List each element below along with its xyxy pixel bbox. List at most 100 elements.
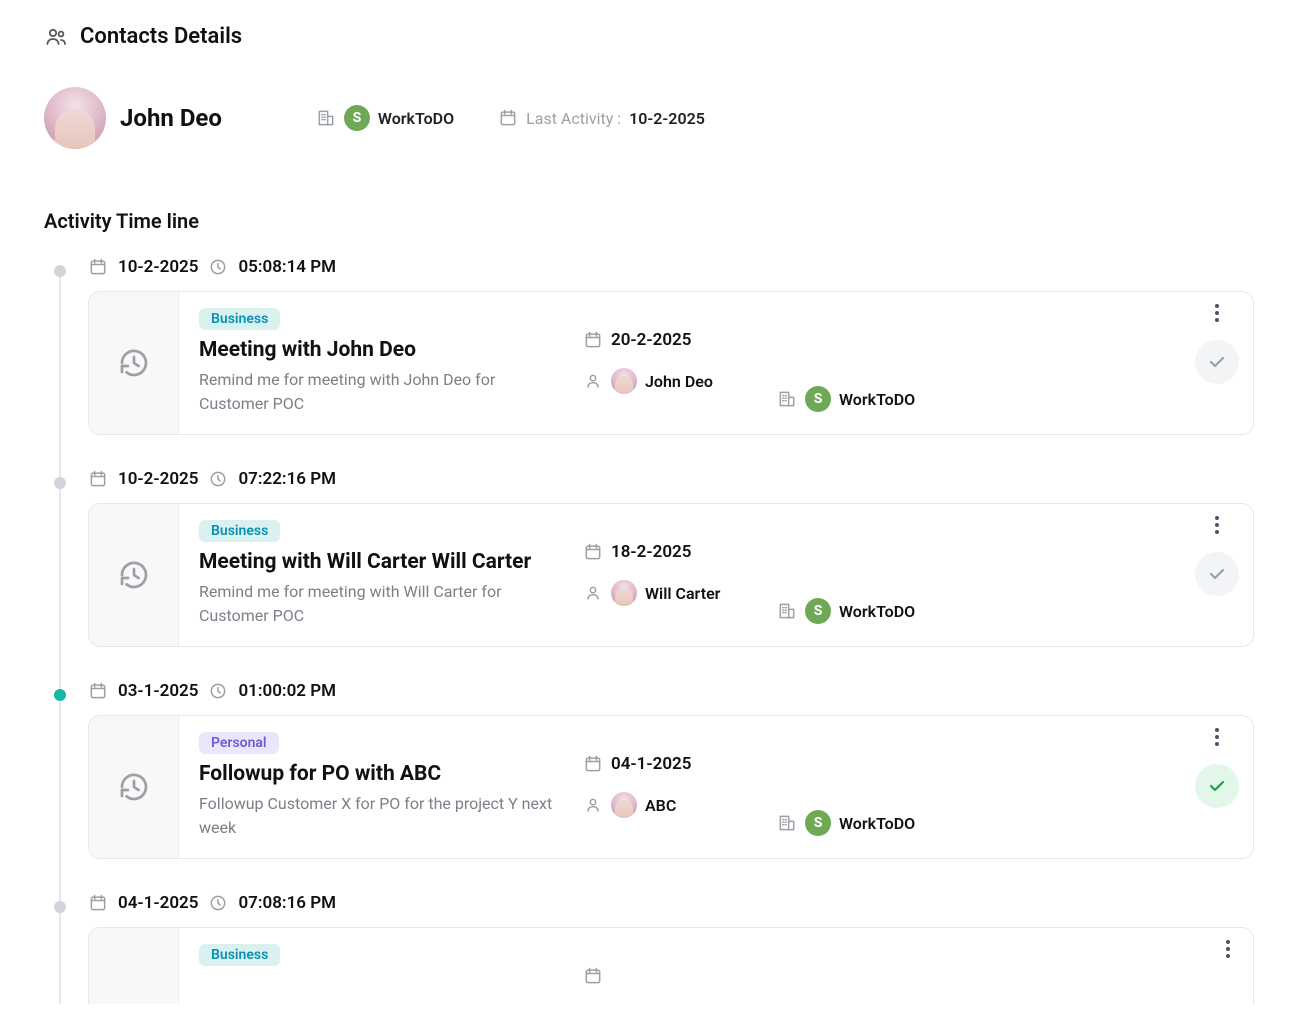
timeline-time: 01:00:02 PM (238, 681, 336, 701)
calendar-icon (583, 330, 603, 350)
contact-summary: John Deo S WorkToDO Last Activity : 10-2… (44, 87, 1254, 149)
timeline-dot (54, 689, 66, 701)
activity-card[interactable]: Business Meeting with Will Carter Will C… (88, 503, 1254, 647)
timeline-date: 04-1-2025 (118, 893, 198, 913)
activity-person: Will Carter (645, 584, 720, 603)
due-date-row: 04-1-2025 (583, 754, 753, 774)
history-icon (116, 345, 152, 381)
activity-due-date: 18-2-2025 (611, 542, 691, 562)
activity-tag: Business (199, 308, 280, 330)
building-icon (777, 813, 797, 833)
card-ws-col (777, 944, 947, 986)
clock-icon (208, 257, 228, 277)
calendar-icon (88, 681, 108, 701)
history-icon (116, 769, 152, 805)
page-title: Contacts Details (80, 24, 242, 49)
card-ws-col: S WorkToDO (777, 520, 947, 628)
workspace-row: S WorkToDO (777, 598, 947, 624)
card-icon-col (89, 292, 179, 434)
page-header: Contacts Details (44, 24, 1254, 49)
workspace-label: WorkToDO (378, 109, 454, 128)
card-body: Business Meeting with John Deo Remind me… (179, 292, 1253, 434)
calendar-icon (88, 469, 108, 489)
timeline-item: 03-1-2025 01:00:02 PM Personal Followup … (54, 681, 1254, 859)
history-icon (116, 557, 152, 593)
timeline-time: 07:22:16 PM (238, 469, 336, 489)
complete-toggle[interactable] (1195, 764, 1239, 808)
user-icon (583, 583, 603, 603)
activity-timeline: 10-2-2025 05:08:14 PM Business Meeting w… (54, 257, 1254, 1004)
building-icon (316, 108, 336, 128)
contact-name: John Deo (120, 104, 222, 132)
timeline-dot (54, 265, 66, 277)
clock-icon (208, 681, 228, 701)
user-icon (583, 795, 603, 815)
activity-tag: Personal (199, 732, 279, 754)
workspace-row: S WorkToDO (777, 386, 947, 412)
card-info-col (583, 944, 753, 986)
last-activity-label: Last Activity : (526, 109, 621, 128)
activity-title: Meeting with Will Carter Will Carter (199, 550, 559, 574)
card-body: Personal Followup for PO with ABC Follow… (179, 716, 1253, 858)
card-ws-col: S WorkToDO (777, 732, 947, 840)
timeline-meta: 04-1-2025 07:08:16 PM (88, 893, 1254, 913)
last-activity-date: 10-2-2025 (629, 109, 705, 128)
card-ws-col: S WorkToDO (777, 308, 947, 416)
timeline-date: 10-2-2025 (118, 469, 198, 489)
due-date-row (583, 966, 753, 986)
timeline-date: 10-2-2025 (118, 257, 198, 277)
person-avatar (611, 368, 637, 394)
timeline-meta: 10-2-2025 05:08:14 PM (88, 257, 1254, 277)
activity-card[interactable]: Business Meeting with John Deo Remind me… (88, 291, 1254, 435)
card-actions (1195, 726, 1239, 808)
card-actions (1195, 514, 1239, 596)
card-menu-button[interactable] (1206, 514, 1228, 536)
card-actions (1195, 302, 1239, 384)
timeline-time: 07:08:16 PM (238, 893, 336, 913)
calendar-icon (583, 754, 603, 774)
activity-description: Followup Customer X for PO for the proje… (199, 792, 559, 840)
complete-toggle[interactable] (1195, 340, 1239, 384)
person-row: John Deo (583, 368, 753, 394)
activity-workspace: WorkToDO (839, 602, 915, 621)
activity-card[interactable]: Business (88, 927, 1254, 1004)
calendar-icon (583, 542, 603, 562)
activity-workspace: WorkToDO (839, 390, 915, 409)
activity-description: Remind me for meeting with John Deo for … (199, 368, 559, 416)
person-row: ABC (583, 792, 753, 818)
activity-description: Remind me for meeting with Will Carter f… (199, 580, 559, 628)
card-info-col: 18-2-2025 Will Carter (583, 520, 753, 628)
activity-due-date: 04-1-2025 (611, 754, 691, 774)
card-menu-button[interactable] (1206, 302, 1228, 324)
contact-avatar (44, 87, 106, 149)
activity-title: Followup for PO with ABC (199, 762, 559, 786)
timeline-item: 10-2-2025 05:08:14 PM Business Meeting w… (54, 257, 1254, 435)
clock-icon (208, 469, 228, 489)
check-icon (1205, 774, 1229, 798)
card-icon-col (89, 928, 179, 1004)
timeline-dot (54, 477, 66, 489)
activity-card[interactable]: Personal Followup for PO with ABC Follow… (88, 715, 1254, 859)
section-title: Activity Time line (44, 209, 1254, 233)
card-main: Business Meeting with John Deo Remind me… (199, 308, 559, 416)
activity-person: ABC (645, 796, 676, 815)
workspace-badge: S (344, 105, 370, 131)
card-menu-button[interactable] (1217, 938, 1239, 960)
workspace-badge: S (805, 386, 831, 412)
card-main: Personal Followup for PO with ABC Follow… (199, 732, 559, 840)
card-icon-col (89, 716, 179, 858)
building-icon (777, 389, 797, 409)
person-avatar (611, 792, 637, 818)
activity-tag: Business (199, 520, 280, 542)
due-date-row: 20-2-2025 (583, 330, 753, 350)
check-icon (1205, 562, 1229, 586)
check-icon (1205, 350, 1229, 374)
calendar-icon (498, 108, 518, 128)
complete-toggle[interactable] (1195, 552, 1239, 596)
person-avatar (611, 580, 637, 606)
contacts-icon (44, 25, 68, 49)
timeline-dot (54, 901, 66, 913)
activity-title: Meeting with John Deo (199, 338, 559, 362)
card-menu-button[interactable] (1206, 726, 1228, 748)
card-body: Business (179, 928, 1253, 1004)
